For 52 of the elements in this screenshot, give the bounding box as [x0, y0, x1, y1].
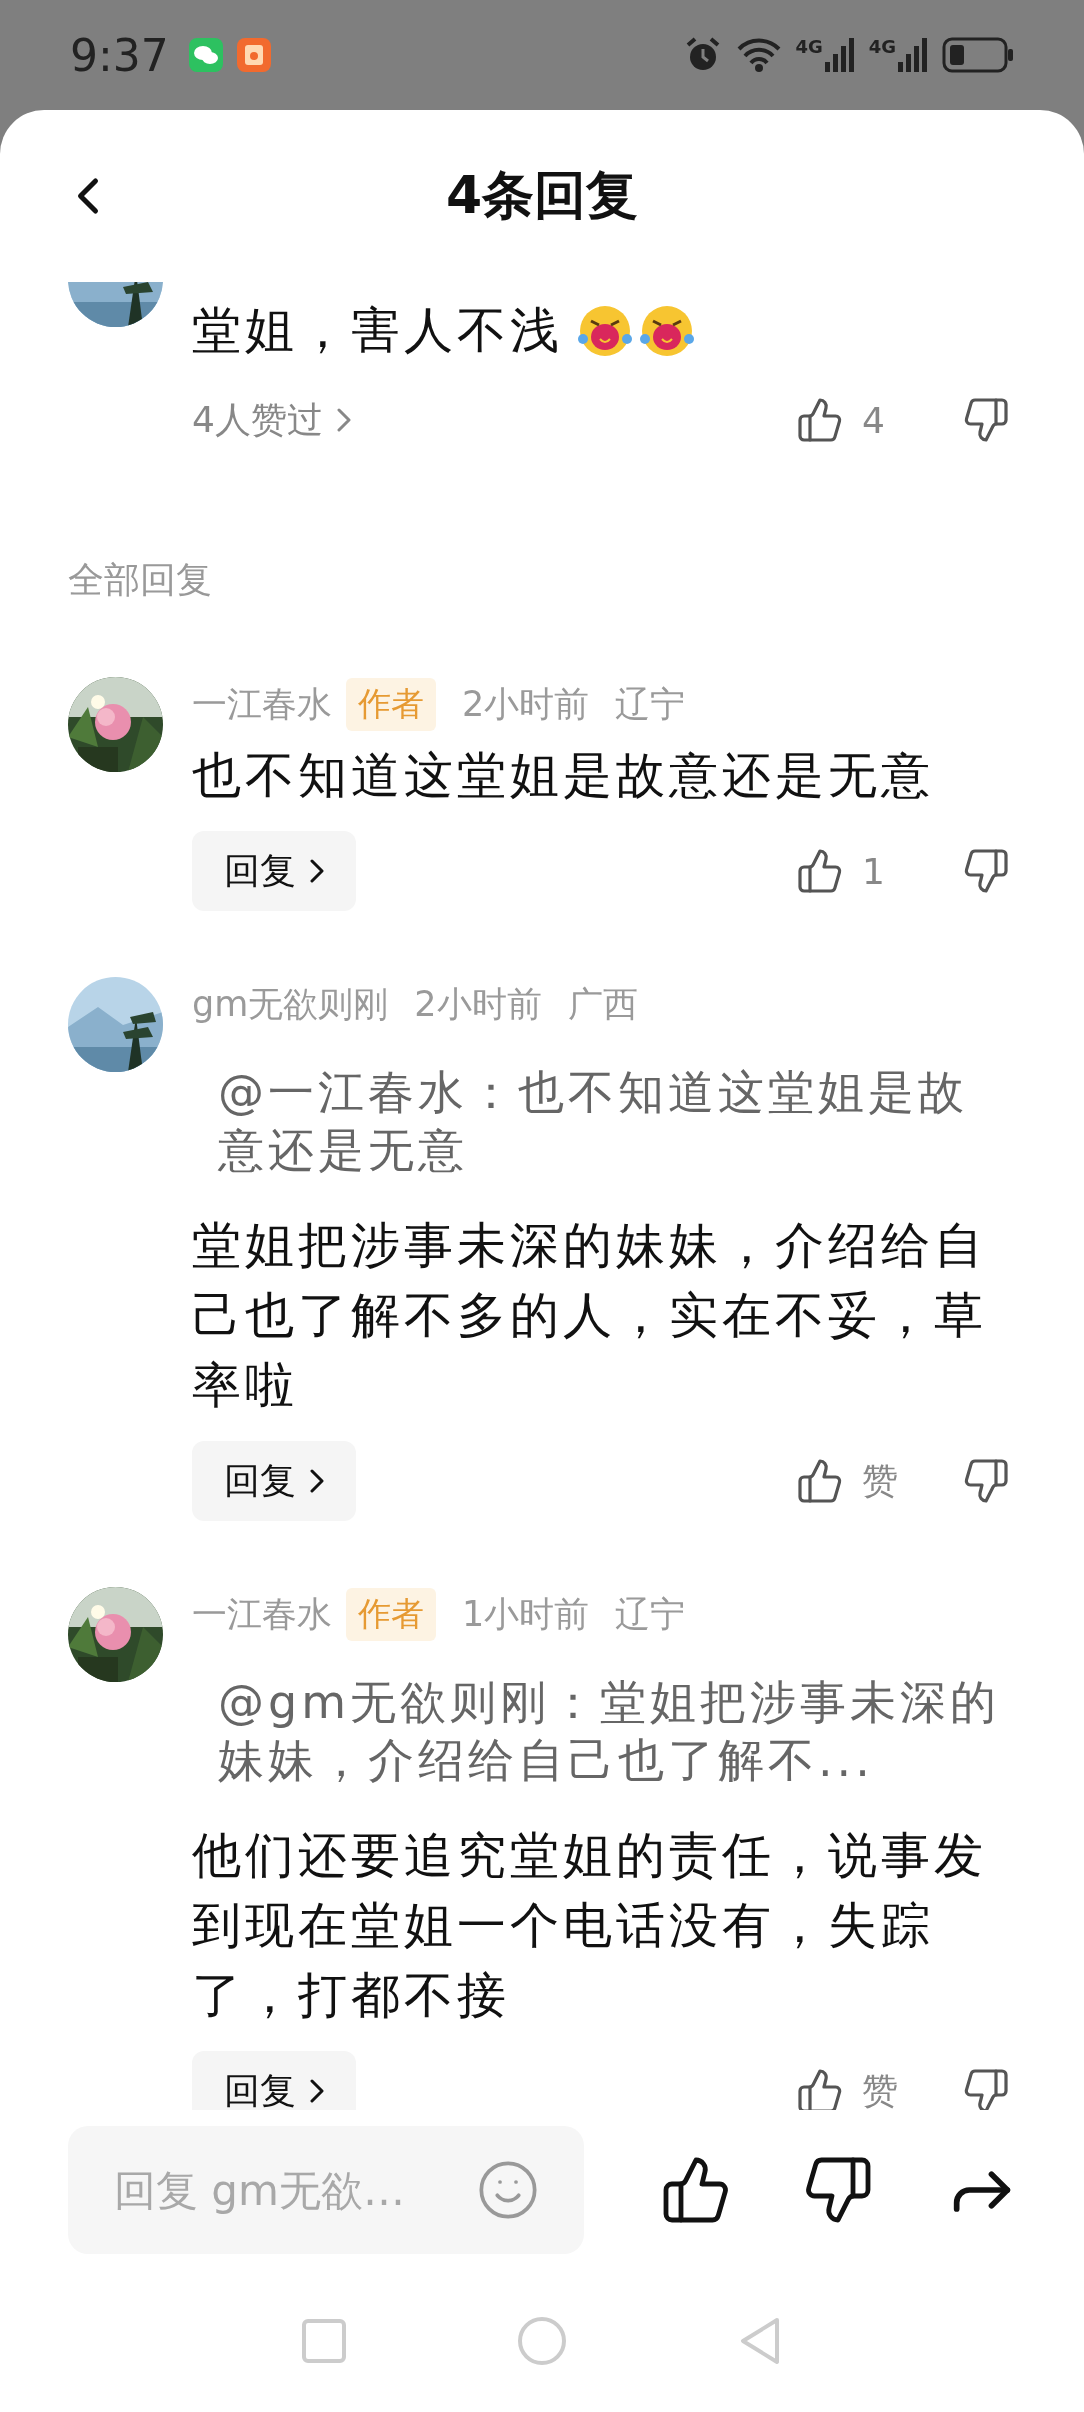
reply-button[interactable]: 回复 — [192, 831, 356, 911]
chevron-right-icon — [310, 1469, 324, 1493]
dislike-icon[interactable] — [962, 396, 1010, 444]
status-time: 9:37 — [70, 29, 169, 81]
comment-text: 堂姐把涉事未深的妹妹，介绍给自己也了解不多的人，实在不妥，草率啦 — [192, 1216, 988, 1416]
dislike-icon[interactable] — [962, 1457, 1010, 1505]
like-count: 1 — [862, 850, 886, 892]
chevron-right-icon — [336, 408, 351, 432]
liked-by-link[interactable]: 4人赞过 — [192, 395, 351, 445]
like-icon[interactable] — [796, 847, 844, 895]
like-icon[interactable] — [796, 1457, 844, 1505]
quoted-reply: @一江春水：也不知道这堂姐是故意还是无意 — [218, 1064, 969, 1179]
battery-icon — [942, 37, 1014, 73]
envelope-app-icon — [236, 38, 271, 72]
like-count: 4 — [862, 399, 886, 441]
crying-face-icon — [639, 303, 695, 359]
author-badge: 作者 — [346, 1587, 436, 1641]
chevron-right-icon — [310, 859, 324, 883]
section-label: 全部回复 — [68, 558, 213, 602]
reply-button[interactable]: 回复 — [192, 2051, 356, 2110]
reply-button[interactable]: 回复 — [192, 1441, 356, 1521]
network-label: 4G — [868, 38, 896, 56]
comment-location: 辽宁 — [615, 682, 686, 726]
comment-text: 也不知道这堂姐是故意还是无意 — [192, 746, 935, 806]
signal-icon — [898, 38, 928, 72]
comment-time: 2小时前 — [462, 682, 590, 726]
like-count: 赞 — [862, 2068, 899, 2110]
comment-location: 辽宁 — [615, 1592, 686, 1636]
author-badge: 作者 — [346, 677, 436, 731]
chevron-right-icon — [310, 2079, 324, 2103]
author-name: 一江春水 — [192, 1592, 332, 1636]
reply-input[interactable]: 回复 gm无欲… — [112, 2164, 476, 2216]
dislike-icon[interactable] — [962, 2067, 1010, 2110]
page-title: 4条回复 — [445, 164, 639, 227]
reply-field[interactable]: 回复 gm无欲… — [68, 2126, 584, 2254]
dislike-icon[interactable] — [962, 847, 1010, 895]
comment-text: 堂姐，害人不浅 — [192, 301, 563, 361]
author-name: 一江春水 — [192, 682, 332, 726]
signal-icon — [824, 38, 855, 72]
author-name: gm无欲则刚 — [192, 982, 389, 1026]
comment-location: 广西 — [567, 982, 638, 1026]
quoted-reply: @gm无欲则刚：堂姐把涉事未深的妹妹，介绍给自己也了解不... — [218, 1674, 1001, 1789]
comment-text: 他们还要追究堂姐的责任，说事发到现在堂姐一个电话没有，失踪了，打都不接 — [192, 1826, 988, 2026]
like-icon[interactable] — [796, 396, 844, 444]
crying-face-icon — [577, 303, 633, 359]
network-label: 4G — [795, 38, 823, 56]
comment-time: 2小时前 — [414, 982, 542, 1026]
like-count: 赞 — [862, 1458, 899, 1503]
wifi-icon — [737, 37, 782, 73]
chat-app-icon — [188, 38, 223, 72]
comment-time: 1小时前 — [462, 1592, 590, 1636]
like-icon[interactable] — [796, 2067, 844, 2110]
